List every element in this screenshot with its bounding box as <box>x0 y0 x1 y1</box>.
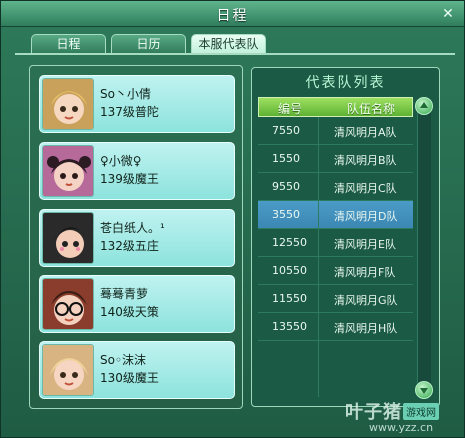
team-list-header: 编号 队伍名称 <box>258 97 413 117</box>
table-row-selected[interactable]: 3550 清风明月D队 <box>258 201 413 229</box>
table-row[interactable]: 10550 清风明月F队 <box>258 257 413 285</box>
avatar-blonde <box>42 78 94 130</box>
column-header-team-name[interactable]: 队伍名称 <box>347 100 395 117</box>
tab-schedule[interactable]: 日程 <box>31 34 106 54</box>
team-name: 清风明月F队 <box>334 266 396 279</box>
table-row[interactable]: 12550 清风明月E队 <box>258 229 413 257</box>
table-row[interactable]: 1550 清风明月B队 <box>258 145 413 173</box>
member-level-school: 132级五庄 <box>100 239 159 253</box>
team-name: 清风明月A队 <box>334 126 397 139</box>
window-title: 日程 <box>216 8 249 24</box>
member-level-school: 140级天策 <box>100 305 159 319</box>
team-id: 7550 <box>272 124 300 137</box>
team-id: 10550 <box>272 264 307 277</box>
member-card[interactable]: So丶小倩 137级普陀 <box>39 75 235 133</box>
member-name: So丶小倩 <box>100 87 151 101</box>
table-row[interactable]: 9550 清风明月C队 <box>258 173 413 201</box>
table-empty-area <box>258 341 413 397</box>
table-row[interactable]: 13550 清风明月H队 <box>258 313 413 341</box>
team-id: 3550 <box>272 208 300 221</box>
member-name: ♀小微♀ <box>100 154 142 168</box>
member-card[interactable]: 蓦蓦青萝 140级天策 <box>39 275 235 333</box>
member-card[interactable]: So◦沫沫 130级魔王 <box>39 341 235 399</box>
team-id: 1550 <box>272 152 300 165</box>
team-id: 11550 <box>272 292 307 305</box>
schedule-window: 日程 ✕ 日程 日历 本服代表队 So丶小倩 137级普陀 ♀小微♀ 139级魔… <box>0 0 465 438</box>
team-id: 13550 <box>272 320 307 333</box>
team-name: 清风明月H队 <box>334 322 398 335</box>
avatar-light-hair <box>42 344 94 396</box>
member-level-school: 137级普陀 <box>100 105 159 119</box>
column-header-id[interactable]: 编号 <box>278 100 302 117</box>
team-list-title: 代表队列表 <box>305 75 386 91</box>
member-name: So◦沫沫 <box>100 353 147 367</box>
avatar-black-hair <box>42 212 94 264</box>
avatar-glasses <box>42 278 94 330</box>
table-row[interactable]: 7550 清风明月A队 <box>258 117 413 145</box>
team-name: 清风明月E队 <box>334 238 396 251</box>
watermark-badge: 游戏网 <box>403 403 439 420</box>
scroll-up-icon[interactable] <box>415 97 433 115</box>
member-level-school: 130级魔王 <box>100 371 159 385</box>
watermark-url: www.yzz.cn <box>369 421 434 434</box>
team-id: 9550 <box>272 180 300 193</box>
title-bar[interactable]: 日程 ✕ <box>1 1 464 27</box>
tab-server-team[interactable]: 本服代表队 <box>191 34 266 54</box>
tab-calendar[interactable]: 日历 <box>111 34 186 54</box>
team-name: 清风明月B队 <box>334 154 397 167</box>
close-icon[interactable]: ✕ <box>438 4 458 24</box>
team-list-scrollbar[interactable] <box>417 105 431 383</box>
member-card[interactable]: 苍白纸人。¹ 132级五庄 <box>39 209 235 267</box>
member-name: 苍白纸人。¹ <box>100 221 165 235</box>
team-name: 清风明月C队 <box>334 182 397 195</box>
table-row[interactable]: 11550 清风明月G队 <box>258 285 413 313</box>
team-name: 清风明月D队 <box>334 210 398 223</box>
member-name: 蓦蓦青萝 <box>100 287 149 301</box>
tab-divider <box>15 53 455 55</box>
team-id: 12550 <box>272 236 307 249</box>
member-card[interactable]: ♀小微♀ 139级魔王 <box>39 142 235 200</box>
avatar-dark-pigtails <box>42 145 94 197</box>
member-level-school: 139级魔王 <box>100 172 159 186</box>
scroll-down-icon[interactable] <box>415 381 433 399</box>
team-name: 清风明月G队 <box>334 294 398 307</box>
